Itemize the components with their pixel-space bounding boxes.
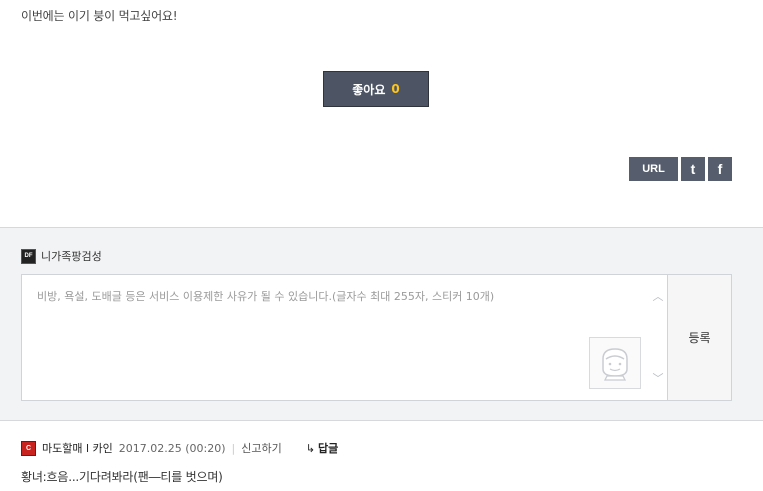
share-facebook-button[interactable]: f (708, 157, 732, 181)
reply-arrow-icon: ↳ (305, 442, 315, 455)
submit-comment-button[interactable]: 등록 (667, 275, 731, 400)
like-count: 0 (391, 82, 400, 96)
reply-label: 답글 (317, 442, 339, 455)
comment-form-username: 니가족팡검성 (41, 250, 102, 263)
comment-input[interactable] (22, 275, 667, 400)
report-link[interactable]: 신고하기 (241, 440, 281, 456)
scroll-down-icon[interactable]: ﹀ (650, 371, 666, 385)
like-button[interactable]: 좋아요 0 (323, 71, 429, 107)
sticker-face-icon (602, 348, 628, 381)
like-label: 좋아요 (352, 82, 386, 97)
scroll-up-icon[interactable]: ︿ (650, 289, 666, 303)
comment-form-user: DF 니가족팡검성 (21, 248, 102, 264)
comment-header: C 마도할매 l 카인 2017.02.25 (00:20) | 신고하기 ↳ 답… (21, 440, 338, 456)
sticker-button[interactable] (589, 337, 641, 389)
post-content: 이번에는 이기 붕이 먹고싶어요! (21, 9, 178, 23)
share-buttons: URL t f (629, 157, 732, 181)
user-level-icon: DF (21, 248, 36, 264)
comment-date: 2017.02.25 (00:20) (118, 441, 226, 455)
share-url-button[interactable]: URL (629, 157, 678, 181)
comment-editor: ︿ ﹀ 등록 (21, 274, 732, 401)
author-level-icon: C (21, 440, 36, 456)
comment-author[interactable]: 마도할매 l 카인 (42, 440, 113, 456)
comment-body: 황녀:흐음...기다려봐라(팬―티를 벗으며) (21, 470, 223, 484)
comment-separator: | (231, 441, 236, 455)
comment-form-area: DF 니가족팡검성 ︿ ﹀ 등록 (0, 227, 763, 421)
share-twitter-button[interactable]: t (681, 157, 705, 181)
reply-button[interactable]: ↳ 답글 (306, 440, 338, 456)
